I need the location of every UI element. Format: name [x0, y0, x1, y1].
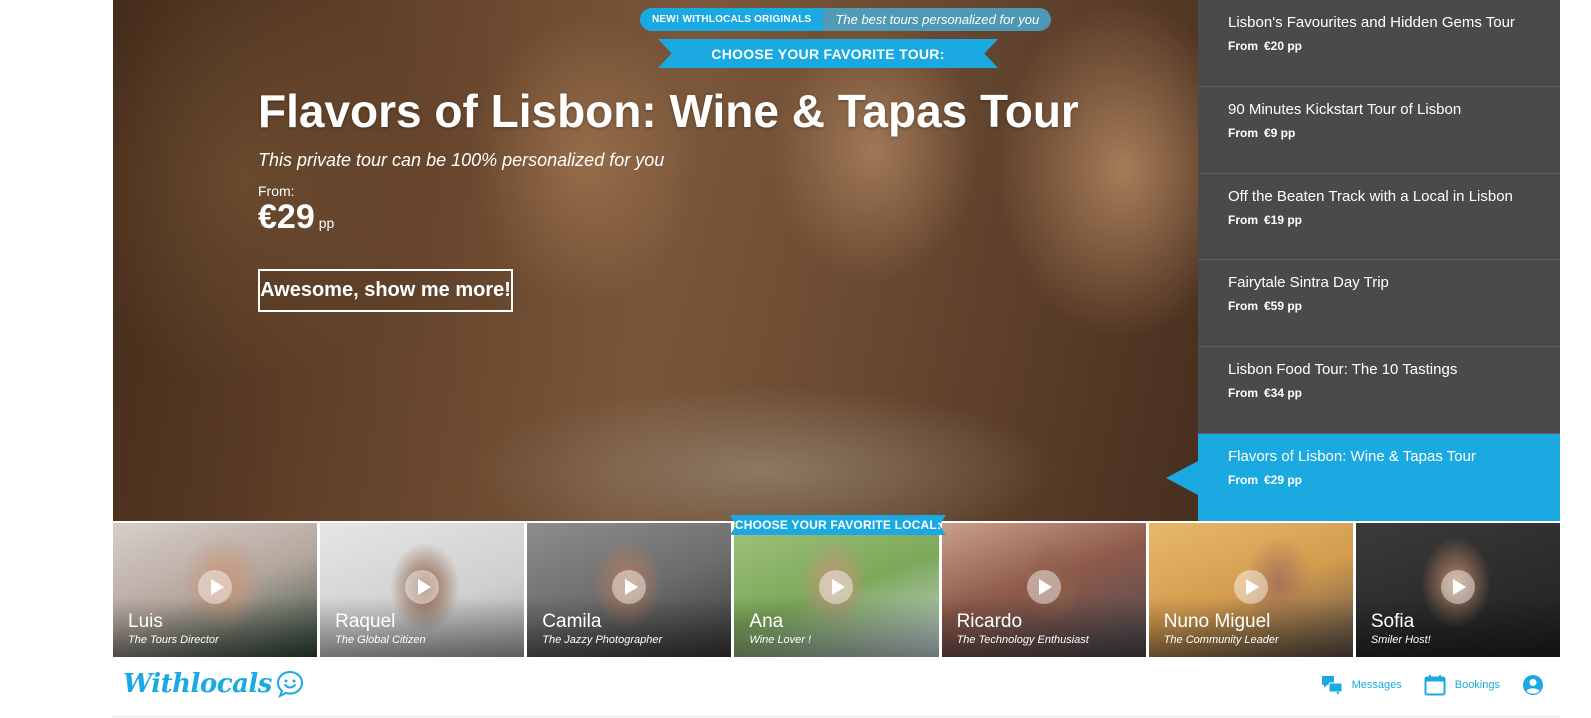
- tour-item-from: From: [1228, 386, 1258, 401]
- local-card[interactable]: Ricardo The Technology Enthusiast: [941, 523, 1146, 657]
- local-name: Ana: [749, 611, 784, 632]
- local-name: Sofia: [1370, 611, 1415, 632]
- local-role: Wine Lover !: [749, 634, 812, 646]
- local-role: The Community Leader: [1163, 634, 1279, 646]
- local-role: Smiler Host!: [1370, 634, 1431, 646]
- tour-item-price: From €59 pp: [1228, 299, 1560, 313]
- tour-item-amount: €19 pp: [1264, 212, 1303, 227]
- tour-list: Lisbon's Favourites and Hidden Gems Tour…: [1166, 0, 1560, 521]
- local-name: Luis: [128, 611, 163, 632]
- tour-item-from: From: [1228, 125, 1258, 140]
- tour-item-amount: €34 pp: [1264, 386, 1303, 401]
- originals-badge-label: NEW! WITHLOCALS ORIGINALS: [640, 8, 824, 31]
- tour-item-name: Off the Beaten Track with a Local in Lis…: [1228, 187, 1513, 205]
- page: NEW! WITHLOCALS ORIGINALS The best tours…: [0, 0, 1591, 718]
- tour-item[interactable]: Off the Beaten Track with a Local in Lis…: [1198, 174, 1560, 261]
- tour-item-amount: €9 pp: [1264, 125, 1296, 140]
- bookings-label: Bookings: [1454, 679, 1500, 691]
- chat-bubbles-icon: [1321, 676, 1343, 695]
- play-icon[interactable]: [198, 570, 233, 604]
- tour-item-price: From €29 pp: [1228, 473, 1560, 487]
- hero-price-amount: €29: [258, 198, 315, 236]
- play-icon[interactable]: [612, 570, 647, 604]
- tour-item-price: From €9 pp: [1228, 126, 1560, 140]
- messages-label: Messages: [1351, 679, 1402, 691]
- show-more-button[interactable]: Awesome, show me more!: [258, 269, 513, 312]
- local-role: The Technology Enthusiast: [956, 634, 1089, 646]
- choose-tour-ribbon: CHOOSE YOUR FAVORITE TOUR:: [658, 39, 998, 68]
- play-icon[interactable]: [405, 570, 440, 604]
- local-name: Raquel: [335, 611, 396, 632]
- hero-banner[interactable]: NEW! WITHLOCALS ORIGINALS The best tours…: [113, 0, 1198, 521]
- tour-item[interactable]: Lisbon Food Tour: The 10 Tastings From €…: [1198, 347, 1560, 434]
- locals-strip: Luis The Tours Director Raquel The Globa…: [113, 523, 1560, 657]
- local-role: The Jazzy Photographer: [542, 634, 663, 646]
- local-card[interactable]: Ana Wine Lover !: [734, 523, 939, 657]
- tour-item-amount: €20 pp: [1264, 39, 1303, 53]
- bottom-navbar: Withlocals Messages Bookings: [113, 657, 1560, 717]
- tour-item-name: Lisbon's Favourites and Hidden Gems Tour: [1228, 14, 1515, 31]
- hero-from-label: From:: [258, 183, 295, 199]
- tour-item-price: From €34 pp: [1228, 386, 1560, 400]
- hero-image-overlay: [113, 0, 1198, 521]
- tour-item-active[interactable]: Flavors of Lisbon: Wine & Tapas Tour Fro…: [1166, 433, 1560, 521]
- tour-item[interactable]: 90 Minutes Kickstart Tour of Lisbon From…: [1198, 87, 1560, 174]
- play-icon[interactable]: [1233, 570, 1268, 604]
- play-icon[interactable]: [1440, 570, 1475, 604]
- logo-text: Withlocals: [123, 669, 272, 699]
- tour-item-price: From €20 pp: [1228, 39, 1560, 53]
- tour-item-name: 90 Minutes Kickstart Tour of Lisbon: [1228, 100, 1462, 118]
- tour-item-name: Fairytale Sintra Day Trip: [1228, 274, 1389, 292]
- play-icon[interactable]: [1026, 570, 1061, 604]
- tour-item[interactable]: Lisbon's Favourites and Hidden Gems Tour…: [1198, 0, 1560, 87]
- tour-item-amount: €29 pp: [1264, 472, 1303, 487]
- local-card[interactable]: Sofia Smiler Host!: [1355, 523, 1560, 657]
- tour-item[interactable]: Fairytale Sintra Day Trip From €59 pp: [1198, 260, 1560, 348]
- originals-badge: NEW! WITHLOCALS ORIGINALS The best tours…: [640, 8, 1052, 31]
- user-circle-icon: [1523, 675, 1543, 695]
- tour-item-amount: €59 pp: [1264, 299, 1303, 314]
- play-icon[interactable]: [819, 570, 854, 604]
- tour-item-name: Flavors of Lisbon: Wine & Tapas Tour: [1228, 447, 1476, 465]
- tour-item-from: From: [1228, 39, 1258, 53]
- local-name: Nuno Miguel: [1163, 611, 1271, 632]
- local-name: Camila: [542, 611, 602, 632]
- tour-item-price: From €19 pp: [1228, 213, 1560, 227]
- account-button[interactable]: [1522, 674, 1544, 696]
- smiley-chat-icon: [276, 670, 303, 698]
- local-card[interactable]: Luis The Tours Director: [113, 523, 318, 657]
- tour-item-from: From: [1228, 299, 1258, 314]
- local-card[interactable]: Nuno Miguel The Community Leader: [1148, 523, 1353, 657]
- bookings-link[interactable]: Bookings: [1424, 674, 1500, 696]
- calendar-icon: [1424, 675, 1446, 696]
- tour-item-name: Lisbon Food Tour: The 10 Tastings: [1228, 361, 1458, 379]
- withlocals-logo[interactable]: Withlocals: [123, 669, 304, 699]
- local-role: The Global Citizen: [335, 634, 426, 646]
- tour-item-from: From: [1228, 472, 1258, 487]
- nav-links: Messages Bookings: [1321, 674, 1544, 696]
- local-card[interactable]: Camila The Jazzy Photographer: [527, 523, 732, 657]
- local-card[interactable]: Raquel The Global Citizen: [320, 523, 525, 657]
- choose-local-ribbon: CHOOSE YOUR FAVORITE LOCAL:: [730, 515, 946, 535]
- hero-subtitle: This private tour can be 100% personaliz…: [258, 150, 665, 170]
- hero-price: €29 pp: [258, 198, 334, 237]
- hero-price-unit: pp: [318, 215, 335, 231]
- hero-title: Flavors of Lisbon: Wine & Tapas Tour: [258, 85, 1079, 137]
- local-name: Ricardo: [956, 611, 1023, 632]
- local-role: The Tours Director: [128, 634, 219, 646]
- messages-link[interactable]: Messages: [1321, 674, 1402, 696]
- originals-badge-subtitle: The best tours personalized for you: [823, 8, 1052, 31]
- tour-item-from: From: [1228, 212, 1258, 227]
